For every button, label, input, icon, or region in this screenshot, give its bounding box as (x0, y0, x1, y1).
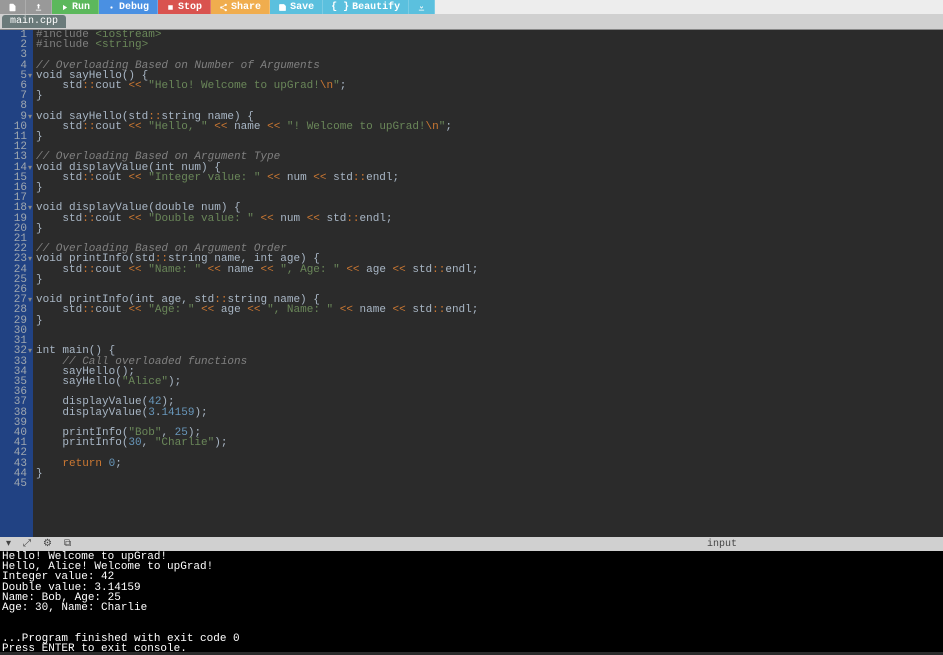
code-line[interactable] (36, 448, 943, 458)
code-line[interactable]: std::cout << "Hello! Welcome to upGrad!\… (36, 81, 943, 91)
code-line[interactable]: #include <string> (36, 40, 943, 50)
save-button[interactable]: Save (270, 0, 323, 14)
code-line[interactable]: } (36, 91, 943, 101)
code-line[interactable]: } (36, 469, 943, 479)
code-area[interactable]: #include <iostream>#include <string> // … (33, 30, 943, 537)
code-line[interactable]: } (36, 316, 943, 326)
debug-label: Debug (119, 2, 149, 13)
code-line[interactable]: printInfo(30, "Charlie"); (36, 438, 943, 448)
code-line[interactable] (36, 479, 943, 489)
gutter-line: 42 (0, 448, 27, 458)
braces-icon: { } (331, 2, 349, 13)
download-button[interactable] (409, 0, 435, 14)
tab-label: main.cpp (10, 16, 58, 27)
save-icon (278, 3, 287, 12)
code-line[interactable]: std::cout << "Name: " << name << ", Age:… (36, 265, 943, 275)
code-line[interactable]: #include <iostream> (36, 30, 943, 40)
chevron-down-icon[interactable]: ▾ (6, 538, 11, 550)
save-label: Save (290, 2, 314, 13)
code-line[interactable]: // Call overloaded functions (36, 357, 943, 367)
code-line[interactable]: // Overloading Based on Number of Argume… (36, 61, 943, 71)
code-line[interactable]: displayValue(3.14159); (36, 408, 943, 418)
input-label: input (707, 539, 937, 550)
gutter-line: 45 (0, 479, 27, 489)
code-line[interactable]: return 0; (36, 459, 943, 469)
share-icon (219, 3, 228, 12)
play-icon (60, 3, 69, 12)
bug-icon (107, 3, 116, 12)
tab-main[interactable]: main.cpp (2, 15, 66, 28)
code-line[interactable]: } (36, 275, 943, 285)
share-label: Share (231, 2, 261, 13)
console-output[interactable]: Hello! Welcome to upGrad! Hello, Alice! … (0, 551, 943, 652)
panel-separator: ▾ ⤢ ⚙ ⧉ input (0, 537, 943, 551)
upload-button[interactable] (26, 0, 52, 14)
fold-marker-icon[interactable]: ▾ (28, 113, 32, 123)
run-label: Run (72, 2, 90, 13)
fold-marker-icon[interactable]: ▾ (28, 72, 32, 82)
line-gutter: 12345▾6789▾1011121314▾15161718▾192021222… (0, 30, 33, 537)
new-file-button[interactable] (0, 0, 26, 14)
tab-bar: main.cpp (0, 14, 943, 30)
fold-marker-icon[interactable]: ▾ (28, 164, 32, 174)
debug-button[interactable]: Debug (99, 0, 158, 14)
share-button[interactable]: Share (211, 0, 270, 14)
expand-icon[interactable]: ⤢ (23, 538, 31, 550)
stop-button[interactable]: Stop (158, 0, 211, 14)
download-icon (417, 3, 426, 12)
code-line[interactable]: } (36, 183, 943, 193)
fold-marker-icon[interactable]: ▾ (28, 204, 32, 214)
code-line[interactable] (36, 336, 943, 346)
beautify-button[interactable]: { } Beautify (323, 0, 409, 14)
gear-icon[interactable]: ⚙ (43, 538, 52, 550)
code-line[interactable]: std::cout << "Age: " << age << ", Name: … (36, 305, 943, 315)
stop-icon (166, 3, 175, 12)
code-line[interactable]: } (36, 132, 943, 142)
run-button[interactable]: Run (52, 0, 99, 14)
code-line[interactable] (36, 326, 943, 336)
code-line[interactable]: std::cout << "Hello, " << name << "! Wel… (36, 122, 943, 132)
fold-marker-icon[interactable]: ▾ (28, 255, 32, 265)
upload-icon (34, 3, 43, 12)
gutter-line: 37 (0, 397, 27, 407)
stop-label: Stop (178, 2, 202, 13)
code-editor[interactable]: 12345▾6789▾1011121314▾15161718▾192021222… (0, 30, 943, 537)
toolbar: Run Debug Stop Share Save { } Beautify (0, 0, 943, 14)
beautify-label: Beautify (352, 2, 400, 13)
file-icon (8, 3, 17, 12)
fold-marker-icon[interactable]: ▾ (28, 296, 32, 306)
code-line[interactable]: sayHello("Alice"); (36, 377, 943, 387)
code-line[interactable]: std::cout << "Integer value: " << num <<… (36, 173, 943, 183)
copy-icon[interactable]: ⧉ (64, 538, 71, 550)
fold-marker-icon[interactable]: ▾ (28, 347, 32, 357)
code-line[interactable]: } (36, 224, 943, 234)
code-line[interactable]: std::cout << "Double value: " << num << … (36, 214, 943, 224)
gutter-line: 32▾ (0, 346, 27, 356)
